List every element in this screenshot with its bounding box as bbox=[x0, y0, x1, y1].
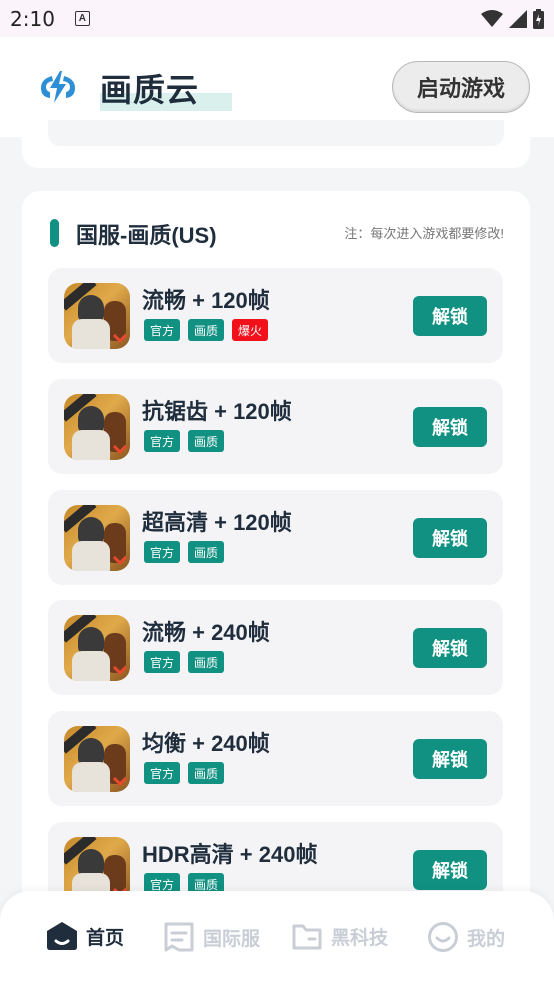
quality-item: 抗锯齿 + 120帧 官方 画质 解锁 bbox=[48, 379, 503, 474]
tag-list: 官方 画质 bbox=[144, 541, 225, 563]
item-title: HDR高清 + 240帧 bbox=[142, 842, 318, 867]
previous-item bbox=[48, 120, 504, 146]
item-title: 流畅 + 120帧 bbox=[142, 288, 270, 313]
tag-list: 官方 画质 爆火 bbox=[144, 319, 269, 341]
smile-icon bbox=[428, 922, 458, 952]
unlock-button[interactable]: 解锁 bbox=[413, 739, 487, 779]
tag-official: 官方 bbox=[144, 430, 181, 452]
wifi-icon bbox=[481, 9, 503, 27]
quality-section: 国服-画质(US) 注：每次进入游戏都要修改! 流畅 + 120帧 官方 画质 … bbox=[22, 191, 530, 911]
nav-item-tech[interactable]: 黑科技 bbox=[291, 921, 388, 951]
section-accent-bar bbox=[50, 219, 59, 247]
tag-quality: 画质 bbox=[188, 430, 225, 452]
unlock-button[interactable]: 解锁 bbox=[413, 296, 487, 336]
unlock-button[interactable]: 解锁 bbox=[413, 850, 487, 890]
notification-a-icon: A bbox=[74, 11, 90, 26]
game-icon bbox=[64, 505, 130, 571]
tag-hot: 爆火 bbox=[232, 319, 269, 341]
tag-quality: 画质 bbox=[188, 762, 225, 784]
nav-item-international[interactable]: 国际服 bbox=[163, 921, 260, 953]
folder-icon bbox=[292, 924, 322, 950]
game-icon bbox=[64, 615, 130, 681]
launch-game-button[interactable]: 启动游戏 bbox=[392, 61, 530, 113]
item-title: 超高清 + 120帧 bbox=[142, 510, 292, 535]
nav-item-home[interactable]: 首页 bbox=[46, 921, 124, 951]
nav-label-mine: 我的 bbox=[467, 928, 506, 950]
tag-list: 官方 画质 bbox=[144, 651, 225, 673]
tag-list: 官方 画质 bbox=[144, 430, 225, 452]
game-icon bbox=[64, 394, 130, 460]
tag-official: 官方 bbox=[144, 319, 181, 341]
section-title: 国服-画质(US) bbox=[76, 223, 217, 248]
tag-quality: 画质 bbox=[188, 319, 225, 341]
bottom-nav: 首页 国际服 黑科技 我的 bbox=[0, 891, 554, 984]
status-bar: 2:10 A bbox=[0, 0, 554, 37]
battery-icon bbox=[533, 8, 544, 29]
signal-icon bbox=[509, 9, 527, 28]
game-icon bbox=[64, 726, 130, 792]
item-title: 均衡 + 240帧 bbox=[142, 731, 270, 756]
unlock-button[interactable]: 解锁 bbox=[413, 628, 487, 668]
game-icon bbox=[64, 283, 130, 349]
tag-official: 官方 bbox=[144, 651, 181, 673]
quality-item: 流畅 + 240帧 官方 画质 解锁 bbox=[48, 600, 503, 695]
quality-item: 流畅 + 120帧 官方 画质 爆火 解锁 bbox=[48, 268, 503, 363]
nav-item-mine[interactable]: 我的 bbox=[427, 921, 505, 953]
tag-official: 官方 bbox=[144, 541, 181, 563]
home-icon bbox=[47, 922, 77, 950]
app-title: 画质云 bbox=[100, 72, 200, 108]
unlock-button[interactable]: 解锁 bbox=[413, 407, 487, 447]
section-note: 注：每次进入游戏都要修改! bbox=[344, 226, 504, 241]
tag-list: 官方 画质 bbox=[144, 762, 225, 784]
tag-quality: 画质 bbox=[188, 651, 225, 673]
nav-label-tech: 黑科技 bbox=[331, 927, 389, 949]
unlock-button[interactable]: 解锁 bbox=[413, 518, 487, 558]
nav-label-international: 国际服 bbox=[203, 928, 261, 950]
nav-label-home: 首页 bbox=[86, 927, 125, 949]
quality-item: 超高清 + 120帧 官方 画质 解锁 bbox=[48, 490, 503, 585]
item-title: 抗锯齿 + 120帧 bbox=[142, 399, 292, 424]
previous-section-card bbox=[22, 120, 530, 168]
item-title: 流畅 + 240帧 bbox=[142, 620, 270, 645]
lightning-logo-icon bbox=[41, 71, 75, 103]
app-title-wrap: 画质云 bbox=[100, 65, 232, 111]
tag-quality: 画质 bbox=[188, 541, 225, 563]
status-time: 2:10 bbox=[10, 6, 55, 31]
document-icon bbox=[164, 922, 194, 952]
quality-item: 均衡 + 240帧 官方 画质 解锁 bbox=[48, 711, 503, 806]
tag-official: 官方 bbox=[144, 762, 181, 784]
